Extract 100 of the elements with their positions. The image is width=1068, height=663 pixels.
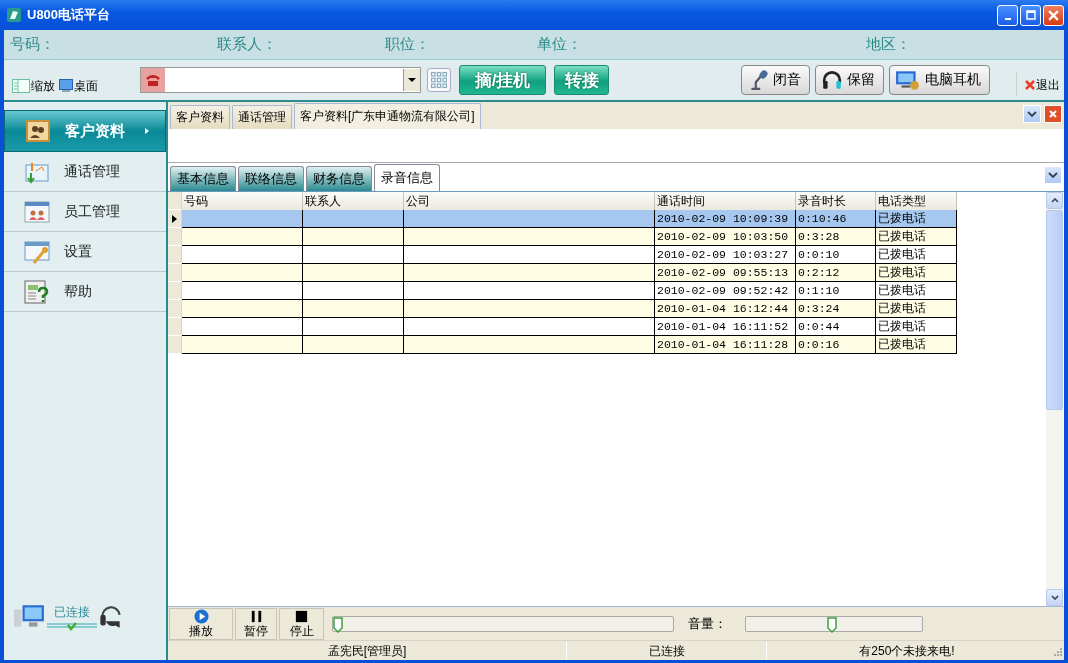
table-row[interactable]: 2010-01-04 16:12:44 0:3:24 已拨电话 [168, 300, 1046, 318]
sub-tab[interactable]: 录音信息 [374, 164, 440, 191]
telephone-icon [141, 68, 165, 92]
close-icon [1025, 80, 1035, 90]
progress-slider-thumb[interactable] [333, 616, 343, 633]
chevron-right-icon [145, 128, 149, 134]
player-button[interactable]: 暂停 [235, 607, 277, 640]
scroll-up-button[interactable] [1046, 192, 1063, 209]
table-cell: 0:3:28 [796, 228, 876, 246]
close-icon [1049, 109, 1057, 118]
table-cell: 2010-02-09 10:03:27 [655, 246, 796, 264]
chevron-up-icon [1050, 198, 1059, 203]
player-button[interactable]: 播放 [169, 607, 233, 640]
people-icon [24, 198, 50, 225]
table-cell: 已拨电话 [876, 300, 957, 318]
device-button[interactable]: 电脑耳机 [889, 65, 990, 95]
computer-icon [895, 69, 921, 91]
settings-icon [24, 238, 50, 265]
keypad-button[interactable] [427, 68, 451, 92]
view-button[interactable]: 缩放 [12, 77, 55, 95]
sidebar-item[interactable]: 帮助 [4, 272, 166, 312]
scroll-down-button[interactable] [1046, 589, 1063, 606]
headphones-icon [821, 69, 843, 91]
sub-tab[interactable]: 基本信息 [170, 166, 236, 191]
column-header[interactable]: 公司 [404, 192, 655, 210]
chevron-down-icon [1050, 595, 1059, 600]
info-label: 单位： [537, 35, 582, 54]
table-cell: 2010-02-09 10:03:50 [655, 228, 796, 246]
table-row[interactable]: 2010-02-09 09:52:42 0:1:10 已拨电话 [168, 282, 1046, 300]
monitor-icon [59, 79, 73, 93]
device-button[interactable]: 闭音 [741, 65, 810, 95]
table-cell: 0:0:44 [796, 318, 876, 336]
window-title: U800电话平台 [27, 6, 111, 24]
table-cell: 已拨电话 [876, 246, 957, 264]
player-button[interactable]: 停止 [279, 607, 324, 640]
column-header[interactable]: 电话类型 [876, 192, 957, 210]
sub-tab[interactable]: 财务信息 [306, 166, 372, 191]
table-cell: 2010-01-04 16:11:28 [655, 336, 796, 354]
volume-slider[interactable] [745, 615, 923, 632]
phone-number-field[interactable] [140, 67, 421, 93]
column-header[interactable]: 联系人 [303, 192, 404, 210]
minimize-icon [1004, 18, 1011, 20]
header-corner [168, 192, 182, 210]
sidebar-item[interactable]: 通话管理 [4, 152, 166, 192]
exit-button[interactable]: 退出 [1025, 76, 1060, 94]
table-row[interactable]: 2010-01-04 16:11:28 0:0:16 已拨电话 [168, 336, 1046, 354]
chevron-down-icon [1048, 172, 1058, 178]
table-cell: 已拨电话 [876, 318, 957, 336]
stop-icon [294, 609, 309, 624]
sidebar-item[interactable]: 员工管理 [4, 192, 166, 232]
current-row-icon [172, 214, 177, 223]
close-tab-button[interactable] [1044, 104, 1062, 123]
status-text: 有250个未接来电! [858, 642, 956, 660]
table-cell: 0:2:12 [796, 264, 876, 282]
column-header[interactable]: 号码 [182, 192, 303, 210]
info-label: 职位： [385, 35, 430, 54]
table-cell: 已拨电话 [876, 264, 957, 282]
table-cell: 已拨电话 [876, 228, 957, 246]
table-cell: 2010-02-09 09:52:42 [655, 282, 796, 300]
panel-icon [12, 79, 30, 93]
tab-list-button[interactable] [1023, 104, 1041, 123]
progress-slider[interactable] [332, 615, 674, 632]
info-label: 号码： [10, 35, 55, 54]
volume-slider-thumb[interactable] [827, 616, 838, 633]
chevron-down-icon [1027, 110, 1037, 117]
table-row[interactable]: 2010-02-09 10:03:27 0:0:10 已拨电话 [168, 246, 1046, 264]
connection-status: 已连接 [54, 603, 90, 621]
app-icon [6, 7, 22, 23]
table-cell: 2010-01-04 16:11:52 [655, 318, 796, 336]
status-text: 孟宪民[管理员] [168, 641, 567, 660]
table-row[interactable]: 2010-02-09 09:55:13 0:2:12 已拨电话 [168, 264, 1046, 282]
dropdown-arrow-icon [408, 78, 416, 82]
table-row[interactable]: 2010-02-09 10:09:39 0:10:46 已拨电话 [168, 210, 1046, 228]
info-label: 地区： [866, 35, 911, 54]
maximize-button[interactable] [1020, 4, 1041, 26]
contacts-book-icon [25, 118, 51, 144]
column-header[interactable]: 通话时间 [655, 192, 796, 210]
device-button[interactable]: 保留 [815, 65, 884, 95]
volume-label: 音量： [688, 614, 727, 633]
expand-button[interactable] [1044, 166, 1062, 184]
document-tab[interactable]: 通话管理 [232, 105, 292, 129]
document-tab[interactable]: 客户资料 [170, 105, 230, 129]
sidebar-item[interactable]: 设置 [4, 232, 166, 272]
table-cell: 0:1:10 [796, 282, 876, 300]
row-header[interactable] [168, 210, 182, 228]
column-header[interactable]: 录音时长 [796, 192, 876, 210]
view-button[interactable]: 桌面 [59, 77, 98, 95]
status-text: 已连接 [567, 641, 767, 660]
connected-link-icon [47, 620, 97, 631]
sub-tab[interactable]: 联络信息 [238, 166, 304, 191]
close-button[interactable] [1043, 4, 1064, 26]
scrollbar-thumb[interactable] [1046, 210, 1063, 410]
table-row[interactable]: 2010-02-09 10:03:50 0:3:28 已拨电话 [168, 228, 1046, 246]
minimize-button[interactable] [997, 4, 1018, 26]
sidebar-item[interactable]: 客户资料 [4, 110, 166, 152]
table-cell: 0:0:10 [796, 246, 876, 264]
table-cell: 2010-02-09 10:09:39 [655, 210, 796, 228]
table-cell: 2010-01-04 16:12:44 [655, 300, 796, 318]
document-tab[interactable]: 客户资料[广东申通物流有限公司] [294, 103, 481, 129]
table-row[interactable]: 2010-01-04 16:11:52 0:0:44 已拨电话 [168, 318, 1046, 336]
